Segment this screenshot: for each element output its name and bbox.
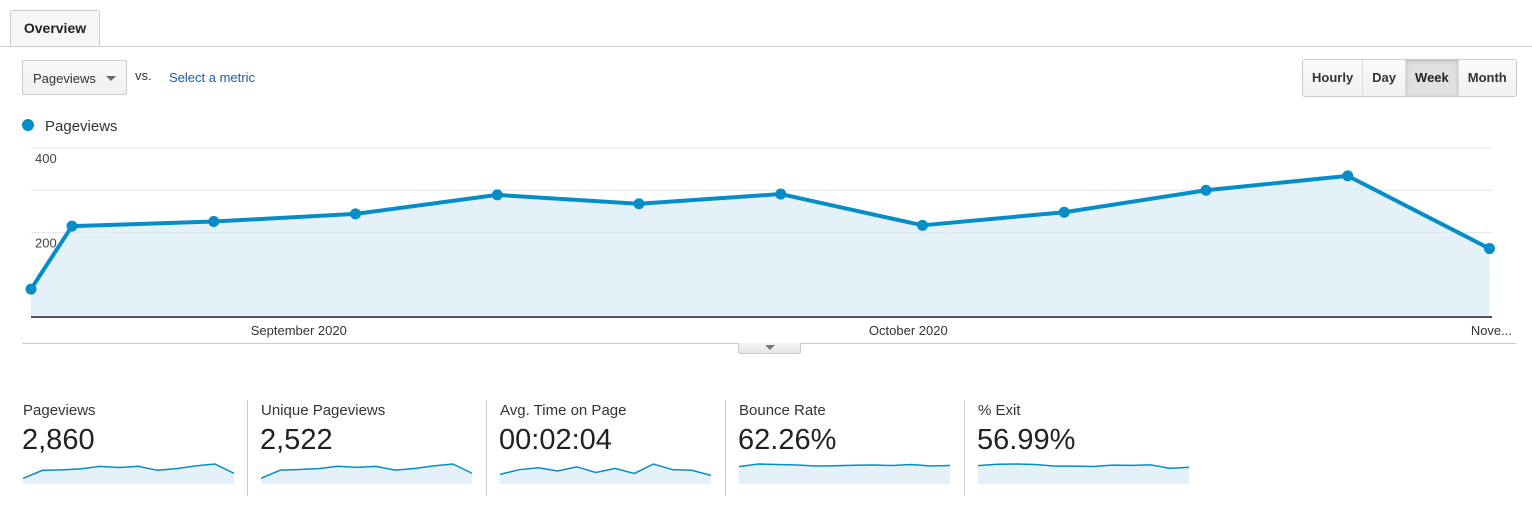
scorecard-label: Pageviews — [23, 402, 96, 419]
data-point[interactable] — [491, 189, 503, 201]
scorecard-value: 56.99% — [977, 424, 1076, 456]
granularity-toggle: Hourly Day Week Month — [1302, 59, 1517, 97]
granularity-week-button[interactable]: Week — [1405, 60, 1458, 96]
scorecard-value: 2,522 — [260, 424, 333, 456]
collapse-chart-button[interactable] — [738, 343, 801, 354]
scorecard-value: 2,860 — [22, 424, 95, 456]
scorecard-avg-time-on-page[interactable]: Avg. Time on Page 00:02:04 — [486, 400, 725, 496]
data-point[interactable] — [66, 220, 78, 232]
data-point[interactable] — [1484, 243, 1495, 255]
data-point[interactable] — [633, 198, 645, 210]
granularity-hourly-button[interactable]: Hourly — [1303, 60, 1363, 96]
data-point[interactable] — [775, 188, 787, 200]
legend-label: Pageviews — [45, 118, 118, 135]
scorecard-bounce-rate[interactable]: Bounce Rate 62.26% — [725, 400, 964, 496]
data-point[interactable] — [1342, 170, 1354, 182]
primary-metric-dropdown[interactable]: Pageviews — [22, 60, 127, 95]
scorecard-label: Avg. Time on Page — [500, 402, 627, 419]
data-point[interactable] — [350, 208, 361, 220]
primary-metric-label: Pageviews — [33, 71, 96, 86]
scorecard-pageviews[interactable]: Pageviews 2,860 — [10, 400, 248, 496]
sparkline — [23, 463, 235, 484]
x-tick-label: Nove... — [1471, 323, 1512, 338]
y-tick-label: 400 — [35, 151, 57, 166]
sparkline — [978, 463, 1190, 484]
scorecard-label: % Exit — [978, 402, 1021, 419]
data-point[interactable] — [208, 216, 220, 228]
vs-label: vs. — [135, 68, 152, 83]
chevron-down-icon — [106, 76, 116, 81]
sparkline — [500, 463, 712, 484]
x-tick-label: September 2020 — [251, 323, 347, 338]
legend-dot-icon — [22, 119, 34, 132]
tab-bar: Overview — [0, 0, 1532, 47]
pageviews-chart: 200 400 September 2020 October 2020 Nove... — [25, 147, 1512, 338]
data-point[interactable] — [917, 219, 928, 231]
sparkline — [261, 463, 473, 484]
granularity-day-button[interactable]: Day — [1362, 60, 1406, 96]
scorecard-unique-pageviews[interactable]: Unique Pageviews 2,522 — [247, 400, 486, 496]
data-point[interactable] — [1058, 206, 1070, 218]
x-tick-label: October 2020 — [869, 323, 948, 338]
scorecard-value: 00:02:04 — [499, 424, 612, 456]
scorecard-exit[interactable]: % Exit 56.99% — [964, 400, 1203, 496]
sparkline-area — [500, 464, 711, 484]
data-point[interactable] — [1200, 184, 1212, 196]
chevron-down-icon — [765, 345, 775, 350]
tab-overview[interactable]: Overview — [10, 10, 100, 46]
granularity-month-button[interactable]: Month — [1457, 60, 1516, 96]
scorecards: Pageviews 2,860 Unique Pageviews 2,522 Avg. … — [0, 400, 1532, 496]
select-metric-link[interactable]: Select a metric — [169, 70, 255, 85]
data-point[interactable] — [25, 283, 37, 295]
y-tick-label: 200 — [35, 236, 57, 251]
sparkline — [739, 463, 951, 484]
sparkline-area — [739, 464, 950, 484]
scorecard-label: Unique Pageviews — [261, 402, 386, 419]
scorecard-value: 62.26% — [738, 424, 837, 456]
chart-legend: Pageviews — [22, 118, 118, 135]
scorecard-label: Bounce Rate — [739, 402, 826, 419]
